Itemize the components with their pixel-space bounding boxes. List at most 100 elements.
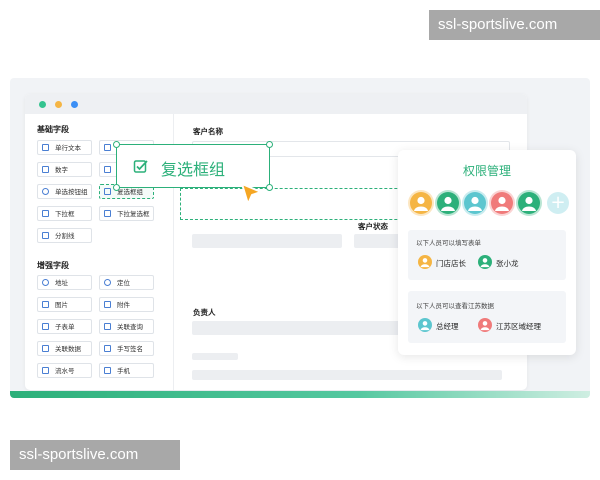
field-label: 下拉复选框 bbox=[117, 210, 150, 218]
enhanced-field-0[interactable]: 地址 bbox=[37, 275, 92, 290]
member-avatar-4[interactable] bbox=[518, 192, 540, 214]
enhanced-field-6[interactable]: 关联数据 bbox=[37, 341, 92, 356]
window-dot-yellow[interactable] bbox=[55, 101, 62, 108]
user-icon bbox=[414, 196, 428, 211]
window-dot-blue[interactable] bbox=[71, 101, 78, 108]
subform-icon bbox=[42, 323, 49, 330]
attachment-icon bbox=[104, 301, 111, 308]
enhanced-field-5[interactable]: 关联查询 bbox=[99, 319, 154, 334]
resize-handle-br[interactable] bbox=[266, 184, 273, 191]
user-icon bbox=[441, 196, 455, 211]
person-name: 江苏区域经理 bbox=[496, 322, 541, 331]
customer-name-label: 客户名称 bbox=[193, 127, 223, 136]
placeholder-field bbox=[192, 234, 342, 248]
text-multi-icon bbox=[104, 144, 111, 151]
window-dot-green[interactable] bbox=[39, 101, 46, 108]
basic-field-6[interactable]: 下拉框 bbox=[37, 206, 92, 221]
person-avatar bbox=[418, 318, 432, 332]
person-avatar bbox=[478, 255, 492, 269]
serial-icon bbox=[42, 367, 49, 374]
user-icon bbox=[522, 196, 536, 211]
checkbox-icon bbox=[104, 188, 111, 195]
resize-handle-tr[interactable] bbox=[266, 141, 273, 148]
basic-field-7[interactable]: 下拉复选框 bbox=[99, 206, 154, 221]
permission-panel-title: 权限管理 bbox=[462, 164, 511, 178]
placeholder-label bbox=[192, 353, 238, 360]
field-label: 单行文本 bbox=[55, 144, 81, 152]
number-icon bbox=[42, 166, 49, 173]
field-label: 数字 bbox=[55, 166, 68, 174]
enhanced-field-9[interactable]: 手机 bbox=[99, 363, 154, 378]
fill-permission-box: 以下人员可以填写表单 门店店长 张小龙 bbox=[408, 230, 566, 280]
field-label: 子表单 bbox=[55, 323, 75, 331]
enhanced-field-3[interactable]: 附件 bbox=[99, 297, 154, 312]
user-icon bbox=[420, 258, 430, 268]
field-label: 关联数据 bbox=[55, 345, 81, 353]
calendar-icon bbox=[104, 166, 111, 173]
signature-icon bbox=[104, 345, 111, 352]
field-label: 手机 bbox=[117, 367, 130, 375]
field-label: 手写签名 bbox=[117, 345, 143, 353]
enhanced-field-4[interactable]: 子表单 bbox=[37, 319, 92, 334]
field-label: 定位 bbox=[117, 279, 130, 287]
basic-field-2[interactable]: 数字 bbox=[37, 162, 92, 177]
member-avatar-0[interactable] bbox=[410, 192, 432, 214]
person-name: 张小龙 bbox=[496, 259, 519, 268]
user-icon bbox=[468, 196, 482, 211]
window-titlebar bbox=[25, 94, 527, 114]
resize-handle-tl[interactable] bbox=[113, 141, 120, 148]
field-label: 单选按钮组 bbox=[55, 188, 88, 196]
pointer-cursor-icon bbox=[241, 183, 262, 205]
owner-label: 负责人 bbox=[193, 308, 216, 317]
checkbox-icon bbox=[133, 160, 148, 173]
member-avatar-1[interactable] bbox=[437, 192, 459, 214]
person-name: 总经理 bbox=[436, 322, 459, 331]
plus-icon: + bbox=[550, 192, 566, 213]
view-permission-title: 以下人员可以查看江苏数据 bbox=[416, 302, 494, 310]
field-label: 地址 bbox=[55, 279, 68, 287]
radio-icon bbox=[42, 188, 49, 195]
phone-icon bbox=[104, 367, 111, 374]
placeholder-row bbox=[192, 370, 502, 380]
divider-icon bbox=[42, 232, 49, 239]
link-data-icon bbox=[42, 345, 49, 352]
watermark-bottom: ssl-sportslive.com bbox=[10, 440, 180, 470]
drag-item-label: 复选框组 bbox=[161, 160, 226, 179]
member-avatar-2[interactable] bbox=[464, 192, 486, 214]
basic-field-4[interactable]: 单选按钮组 bbox=[37, 184, 92, 199]
user-icon bbox=[480, 258, 490, 268]
field-label: 关联查询 bbox=[117, 323, 143, 331]
person-avatar bbox=[478, 318, 492, 332]
permission-panel: 权限管理 + 以下人员可以填写表单 门店店长 张小龙 以下人员可以查看江苏数据 总… bbox=[398, 150, 576, 355]
basic-field-8[interactable]: 分割线 bbox=[37, 228, 92, 243]
field-label: 下拉框 bbox=[55, 210, 75, 218]
field-label: 流水号 bbox=[55, 367, 75, 375]
basic-fields-title: 基础字段 bbox=[37, 125, 69, 134]
accent-bar bbox=[10, 391, 590, 398]
add-member-button[interactable]: + bbox=[547, 192, 569, 214]
watermark-top: ssl-sportslive.com bbox=[429, 10, 600, 40]
enhanced-field-7[interactable]: 手写签名 bbox=[99, 341, 154, 356]
field-label: 分割线 bbox=[55, 232, 75, 240]
enhanced-field-8[interactable]: 流水号 bbox=[37, 363, 92, 378]
enhanced-field-1[interactable]: 定位 bbox=[99, 275, 154, 290]
enhanced-fields-title: 增强字段 bbox=[37, 261, 69, 270]
dropdown-multi-icon bbox=[104, 210, 111, 217]
user-icon bbox=[480, 321, 490, 331]
member-avatar-3[interactable] bbox=[491, 192, 513, 214]
field-label: 图片 bbox=[55, 301, 68, 309]
field-label: 复选框组 bbox=[117, 188, 143, 196]
basic-field-0[interactable]: 单行文本 bbox=[37, 140, 92, 155]
person-avatar bbox=[418, 255, 432, 269]
enhanced-field-2[interactable]: 图片 bbox=[37, 297, 92, 312]
dropdown-icon bbox=[42, 210, 49, 217]
image-icon bbox=[42, 301, 49, 308]
position-icon bbox=[104, 279, 111, 286]
fill-permission-title: 以下人员可以填写表单 bbox=[416, 239, 481, 247]
view-permission-box: 以下人员可以查看江苏数据 总经理 江苏区域经理 bbox=[408, 291, 566, 343]
user-icon bbox=[495, 196, 509, 211]
field-label: 附件 bbox=[117, 301, 130, 309]
user-icon bbox=[420, 321, 430, 331]
location-icon bbox=[42, 279, 49, 286]
resize-handle-bl[interactable] bbox=[113, 184, 120, 191]
